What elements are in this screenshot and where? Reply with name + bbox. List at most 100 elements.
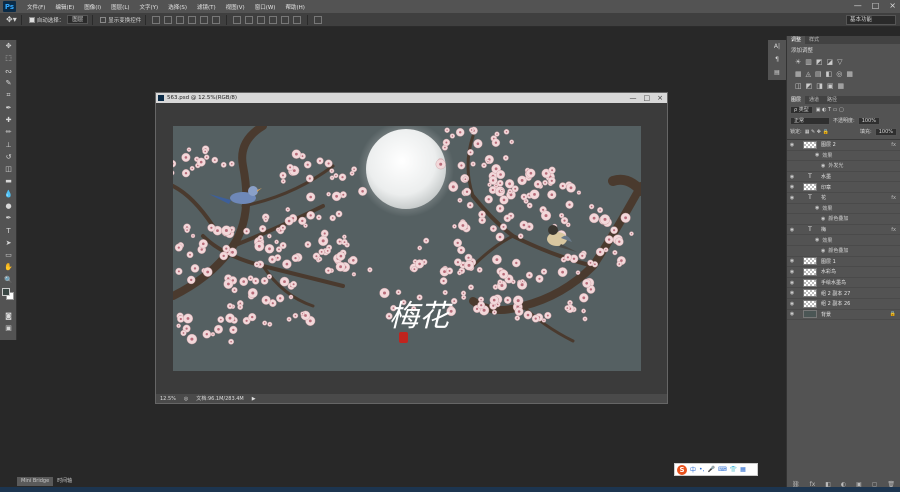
align-top-icon[interactable]	[152, 15, 161, 24]
distribute-right-icon[interactable]	[293, 15, 302, 24]
auto-align-icon[interactable]	[314, 15, 323, 24]
document-titlebar[interactable]: 563.psd @ 12.5%(RGB/8) — □ ×	[156, 93, 667, 103]
layer-row[interactable]: ◉ 组 2 副本 27	[787, 288, 900, 299]
layer-row[interactable]: ◉ 外发光	[787, 161, 900, 172]
layer-visibility-icon[interactable]: ◉	[787, 142, 797, 148]
layer-visibility-icon[interactable]: ◉	[787, 301, 797, 307]
menu-item-3[interactable]: 图层(L)	[106, 3, 134, 11]
layer-row[interactable]: ◉ 背景 🔒	[787, 310, 900, 321]
layer-visibility-icon[interactable]: ◉	[787, 290, 797, 296]
layer-visibility-icon[interactable]: ◉	[787, 280, 797, 286]
gradient-tool-icon[interactable]: ▬	[0, 175, 17, 187]
sogou-logo-icon[interactable]: S	[677, 464, 687, 475]
minimize-button[interactable]: —	[854, 1, 862, 10]
effect-visibility-icon[interactable]: ◉	[821, 248, 825, 254]
ime-punct-icon[interactable]: •,	[699, 466, 704, 473]
photo-filter-icon[interactable]: ◧	[826, 70, 833, 78]
move-tool-preset-icon[interactable]: ✥▾	[6, 15, 17, 24]
tab-timeline[interactable]: 时间轴	[53, 477, 76, 486]
layer-visibility-icon[interactable]: ◉	[787, 227, 797, 233]
levels-icon[interactable]: ▥	[805, 58, 812, 66]
menu-item-7[interactable]: 视图(V)	[221, 3, 250, 11]
brush-tool-icon[interactable]: ✏	[0, 126, 17, 138]
layer-row[interactable]: ◉ 效果	[787, 235, 900, 246]
channel-mixer-icon[interactable]: ◎	[836, 70, 842, 78]
align-right-icon[interactable]	[212, 15, 221, 24]
opacity-field[interactable]: 100%	[857, 116, 880, 125]
gradient-map-icon[interactable]: ▣	[827, 82, 834, 90]
distribute-left-icon[interactable]	[269, 15, 278, 24]
layer-visibility-icon[interactable]: ◉	[787, 174, 797, 180]
menu-item-1[interactable]: 编辑(E)	[50, 3, 79, 11]
path-select-tool-icon[interactable]: ➤	[0, 237, 17, 249]
layer-visibility-icon[interactable]: ◉	[787, 311, 797, 317]
layer-row[interactable]: ◉ 颜色叠加	[787, 246, 900, 257]
brightness-icon[interactable]: ☀	[795, 58, 801, 66]
layer-visibility-icon[interactable]: ◉	[787, 195, 797, 201]
menu-item-5[interactable]: 选择(S)	[163, 3, 192, 11]
ime-skin-icon[interactable]: 👕	[730, 466, 737, 473]
distribute-hcenter-icon[interactable]	[281, 15, 290, 24]
blend-mode-dropdown[interactable]: 正常	[790, 116, 830, 125]
color-balance-icon[interactable]: ◬	[806, 70, 811, 78]
marquee-tool-icon[interactable]: ⬚	[0, 52, 17, 64]
menu-item-6[interactable]: 滤镜(T)	[192, 3, 221, 11]
layer-row[interactable]: ◉ 图层 1	[787, 257, 900, 268]
menu-item-8[interactable]: 窗口(W)	[250, 3, 281, 11]
dodge-tool-icon[interactable]: ●	[0, 200, 17, 212]
align-vcenter-icon[interactable]	[164, 15, 173, 24]
effect-visibility-icon[interactable]: ◉	[815, 205, 819, 211]
distribute-bottom-icon[interactable]	[257, 15, 266, 24]
distribute-top-icon[interactable]	[233, 15, 242, 24]
status-menu-icon[interactable]: ◎	[184, 396, 188, 402]
paragraph-panel-icon[interactable]: ¶	[768, 53, 786, 66]
layer-row[interactable]: ◉ 颜色叠加	[787, 214, 900, 225]
doc-maximize-button[interactable]: □	[644, 94, 651, 102]
align-left-icon[interactable]	[188, 15, 197, 24]
ime-keyboard-icon[interactable]: ⌨	[718, 466, 727, 473]
fill-field[interactable]: 100%	[874, 127, 897, 136]
foreground-color-swatch[interactable]	[2, 287, 10, 296]
doc-minimize-button[interactable]: —	[630, 94, 637, 102]
align-bottom-icon[interactable]	[176, 15, 185, 24]
layer-row[interactable]: ◉ T 花 fx	[787, 193, 900, 204]
quick-mask-icon[interactable]: ◙	[0, 310, 17, 322]
status-arrow-icon[interactable]: ▶	[252, 396, 256, 402]
lasso-tool-icon[interactable]: ᔓ	[0, 65, 17, 77]
lock-icons[interactable]: ▦ ✎ ✥ 🔒	[805, 129, 829, 135]
fx-badge[interactable]: fx	[891, 227, 900, 233]
black-white-icon[interactable]: ▤	[815, 70, 822, 78]
color-lookup-icon[interactable]: ▦	[846, 70, 853, 78]
layer-kind-filter[interactable]: ρ 类型	[790, 105, 813, 114]
shape-tool-icon[interactable]: ▭	[0, 249, 17, 261]
ime-toolbox-icon[interactable]: ▦	[740, 466, 746, 473]
effect-visibility-icon[interactable]: ◉	[821, 163, 825, 169]
lock-icon[interactable]: 🔒	[890, 311, 900, 317]
eraser-tool-icon[interactable]: ◫	[0, 163, 17, 175]
move-tool-icon[interactable]: ✥	[0, 40, 17, 52]
posterize-icon[interactable]: ◩	[806, 82, 813, 90]
character-panel-icon[interactable]: A|	[768, 40, 786, 53]
menu-item-4[interactable]: 文字(Y)	[135, 3, 164, 11]
layer-row[interactable]: ◉ 效果	[787, 204, 900, 215]
exposure-icon[interactable]: ◪	[827, 58, 834, 66]
tab-styles[interactable]: 样式	[805, 36, 823, 44]
tab-channels[interactable]: 通道	[805, 96, 823, 104]
effect-visibility-icon[interactable]: ◉	[815, 152, 819, 158]
layer-row[interactable]: ◉ 水彩鸟	[787, 267, 900, 278]
tab-paths[interactable]: 路径	[823, 96, 841, 104]
history-brush-tool-icon[interactable]: ↺	[0, 151, 17, 163]
tab-mini-bridge[interactable]: Mini Bridge	[17, 477, 54, 486]
screen-mode-icon[interactable]: ▣	[0, 322, 17, 334]
show-transform-checkbox[interactable]	[100, 16, 107, 23]
layer-row[interactable]: ◉ 组 2 副本 26	[787, 299, 900, 310]
tab-layers[interactable]: 图层	[787, 96, 806, 104]
layer-row[interactable]: ◉ 印章	[787, 182, 900, 193]
maximize-button[interactable]: □	[872, 1, 880, 10]
threshold-icon[interactable]: ◨	[816, 82, 823, 90]
crop-tool-icon[interactable]: ⌗	[0, 89, 17, 101]
ime-mode[interactable]: 中	[690, 465, 696, 474]
auto-select-checkbox[interactable]	[28, 16, 35, 23]
ime-voice-icon[interactable]: 🎤	[707, 466, 714, 473]
brush-panel-icon[interactable]: ▤	[768, 66, 786, 79]
